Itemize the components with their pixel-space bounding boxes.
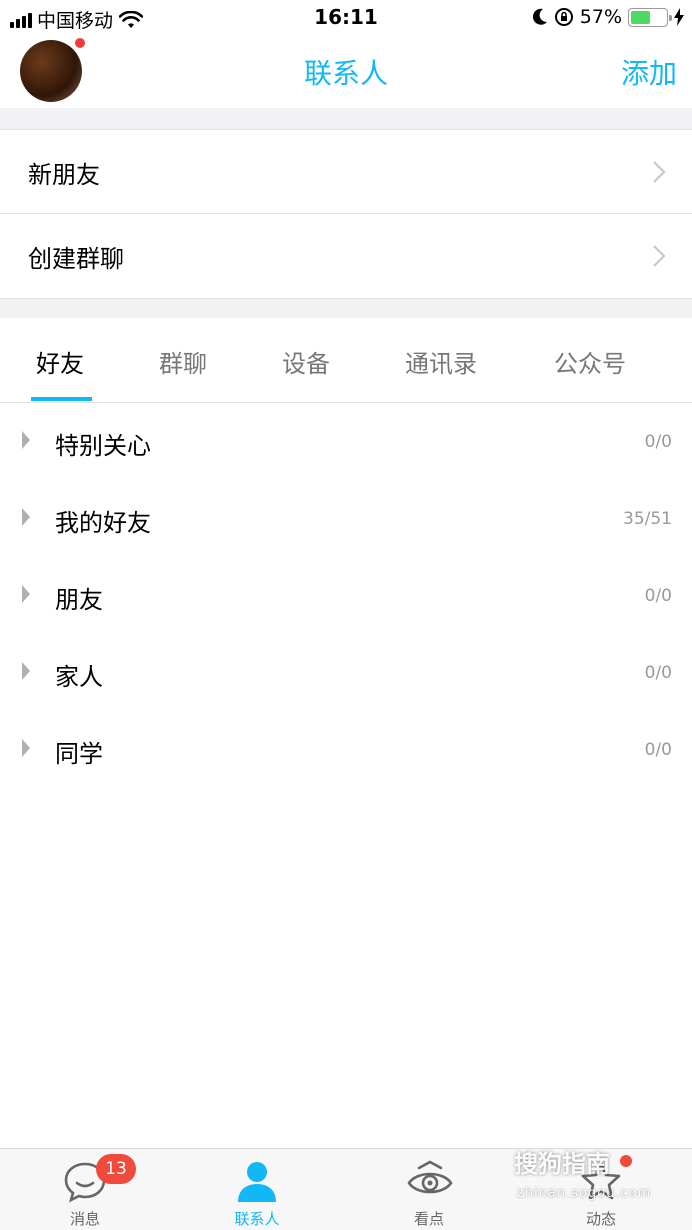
group-name: 我的好友 — [55, 509, 151, 537]
watermark-url: zhinan.sogou.com — [517, 1186, 652, 1201]
caret-right-icon — [22, 508, 30, 526]
battery-fill — [631, 10, 651, 24]
caret-right-icon — [22, 662, 30, 680]
group-row[interactable]: 朋友 0/0 — [0, 557, 692, 634]
section-gap — [0, 108, 692, 130]
add-button[interactable]: 添加 — [621, 52, 677, 92]
bottom-tab-discover[interactable]: 看点 — [369, 1149, 489, 1230]
group-row[interactable]: 家人 0/0 — [0, 634, 692, 711]
tab-friends[interactable]: 好友 — [36, 344, 84, 379]
person-icon — [238, 1162, 276, 1202]
group-name: 同学 — [55, 740, 103, 768]
active-tab-indicator — [31, 397, 92, 401]
section-gap — [0, 299, 692, 318]
page-title: 联系人 — [303, 57, 388, 90]
battery-percent: 57% — [579, 6, 622, 28]
caret-right-icon — [22, 431, 30, 449]
unread-badge: 13 — [96, 1154, 136, 1184]
header: 联系人 添加 — [0, 36, 692, 108]
group-name: 特别关心 — [55, 432, 151, 460]
group-row[interactable]: 我的好友 35/51 — [0, 480, 692, 557]
tab-groups[interactable]: 群聊 — [159, 344, 207, 379]
contact-tabs: 好友 群聊 设备 通讯录 公众号 — [0, 318, 692, 403]
status-right: 57% — [532, 6, 684, 28]
group-name: 朋友 — [55, 586, 103, 614]
tab-devices[interactable]: 设备 — [282, 344, 330, 379]
tab-address-book[interactable]: 通讯录 — [405, 344, 477, 379]
bottom-tab-label: 联系人 — [234, 1210, 280, 1228]
group-count: 35/51 — [623, 509, 672, 529]
caret-right-icon — [22, 585, 30, 603]
watermark: 搜狗指南 zhinan.sogou.com — [514, 1138, 692, 1208]
bottom-tab-label: 动态 — [585, 1210, 616, 1228]
group-count: 0/0 — [644, 663, 672, 683]
bottom-tab-label: 消息 — [69, 1210, 100, 1228]
moon-icon — [532, 8, 547, 25]
watermark-text: 搜狗指南 — [514, 1150, 610, 1178]
tab-official-accounts[interactable]: 公众号 — [554, 344, 626, 379]
create-group-row[interactable]: 创建群聊 — [0, 214, 692, 298]
new-friends-label: 新朋友 — [28, 161, 100, 189]
chevron-right-icon — [653, 161, 666, 183]
caret-right-icon — [22, 739, 30, 757]
bottom-tab-label: 看点 — [413, 1210, 444, 1228]
avatar-notification-dot — [73, 36, 87, 50]
status-bar: 中国移动 16:11 57% — [0, 0, 692, 36]
battery-icon — [628, 7, 672, 27]
charging-icon — [674, 8, 684, 26]
group-name: 家人 — [55, 663, 103, 691]
create-group-label: 创建群聊 — [28, 245, 124, 273]
group-row[interactable]: 特别关心 0/0 — [0, 403, 692, 480]
eye-icon — [407, 1160, 453, 1194]
group-row[interactable]: 同学 0/0 — [0, 711, 692, 788]
bottom-tab-contacts[interactable]: 联系人 — [197, 1149, 317, 1230]
group-count: 0/0 — [644, 432, 672, 452]
orientation-lock-icon — [554, 8, 573, 26]
group-count: 0/0 — [644, 740, 672, 760]
group-count: 0/0 — [644, 586, 672, 606]
chevron-right-icon — [653, 245, 666, 267]
new-friends-row[interactable]: 新朋友 — [0, 130, 692, 214]
